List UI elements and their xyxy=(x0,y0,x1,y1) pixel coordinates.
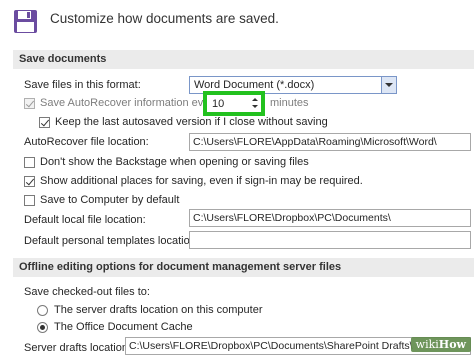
server-drafts-value: C:\Users\FLORE\Dropbox\PC\Documents\Shar… xyxy=(129,340,413,352)
radio-server-drafts[interactable] xyxy=(37,305,48,316)
save-floppy-icon xyxy=(14,10,37,33)
autorecover-location-label: AutoRecover file location: xyxy=(24,136,149,148)
autorecover-minutes-stepper[interactable]: 10 xyxy=(203,91,265,116)
autorecover-location-value: C:\Users\FLORE\AppData\Roaming\Microsoft… xyxy=(193,136,437,148)
chevron-down-icon[interactable] xyxy=(381,77,396,93)
templates-field[interactable] xyxy=(189,231,471,249)
page-title: Customize how documents are saved. xyxy=(50,11,279,26)
format-label: Save files in this format: xyxy=(24,79,141,91)
default-local-field[interactable]: C:\Users\FLORE\Dropbox\PC\Documents\ xyxy=(189,209,471,227)
default-local-label: Default local file location: xyxy=(24,214,146,226)
additional-places-label: Show additional places for saving, even … xyxy=(40,175,363,187)
wikihow-watermark: wikiHow xyxy=(410,337,471,352)
section-title: Save documents xyxy=(19,53,107,65)
radio-office-cache[interactable] xyxy=(37,322,48,333)
save-to-computer-label: Save to Computer by default xyxy=(40,194,180,206)
keep-last-label: Keep the last autosaved version if I clo… xyxy=(55,116,328,128)
autorecover-checkbox[interactable] xyxy=(24,98,35,109)
save-to-computer-checkbox[interactable] xyxy=(24,195,35,206)
section-offline-editing: Offline editing options for document man… xyxy=(13,258,474,277)
keep-last-checkbox[interactable] xyxy=(39,117,50,128)
watermark-wiki: wiki xyxy=(415,338,439,351)
section-title: Offline editing options for document man… xyxy=(19,261,342,273)
watermark-how: How xyxy=(438,338,466,351)
section-save-documents: Save documents xyxy=(13,50,474,69)
format-value: Word Document (*.docx) xyxy=(194,79,315,91)
default-local-value: C:\Users\FLORE\Dropbox\PC\Documents\ xyxy=(193,212,391,224)
minutes-label: minutes xyxy=(270,97,309,109)
backstage-label: Don't show the Backstage when opening or… xyxy=(40,156,309,168)
radio-office-cache-label: The Office Document Cache xyxy=(54,321,193,333)
radio-server-drafts-label: The server drafts location on this compu… xyxy=(54,304,263,316)
stepper-up-icon[interactable] xyxy=(252,98,258,101)
autorecover-minutes-value: 10 xyxy=(212,98,225,110)
save-checked-out-label: Save checked-out files to: xyxy=(24,286,150,298)
templates-label: Default personal templates location: xyxy=(24,235,199,247)
additional-places-checkbox[interactable] xyxy=(24,176,35,187)
autorecover-label: Save AutoRecover information every xyxy=(40,97,219,109)
server-drafts-label: Server drafts location: xyxy=(24,342,131,354)
backstage-checkbox[interactable] xyxy=(24,157,35,168)
stepper-down-icon[interactable] xyxy=(252,105,258,108)
autorecover-location-field[interactable]: C:\Users\FLORE\AppData\Roaming\Microsoft… xyxy=(189,133,471,151)
